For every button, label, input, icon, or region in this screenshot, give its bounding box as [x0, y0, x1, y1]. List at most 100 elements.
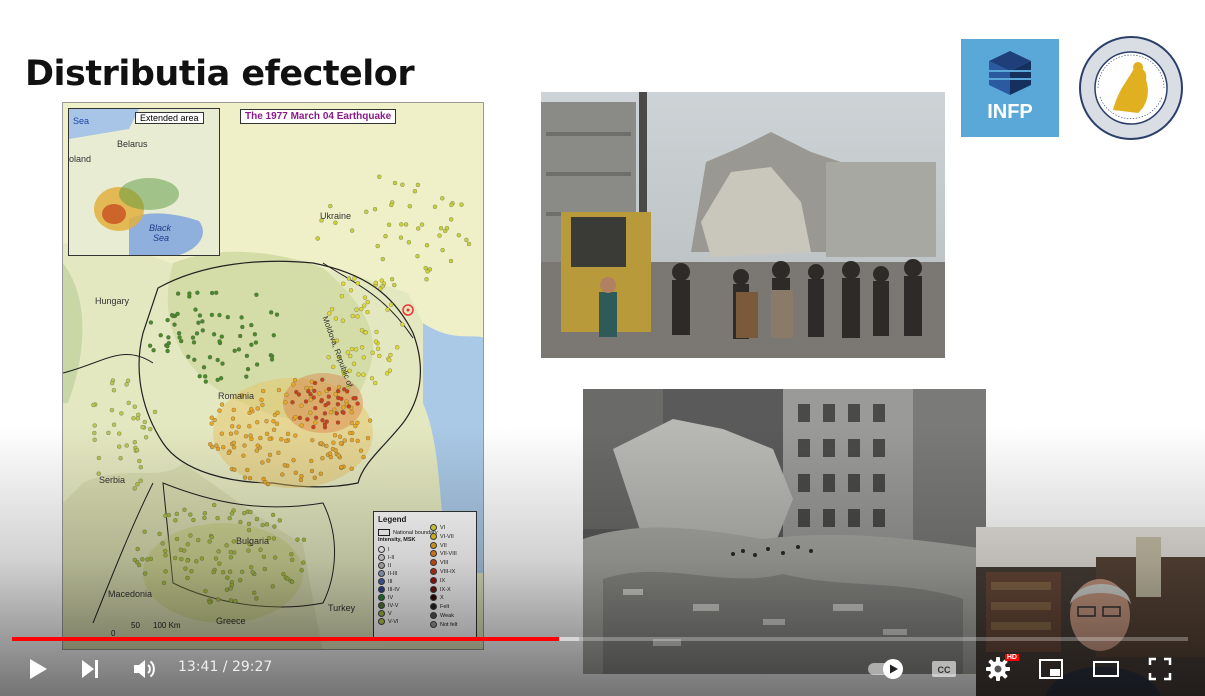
observation-point [387, 357, 392, 363]
time-separator: / [218, 659, 232, 675]
legend-label: X [440, 595, 444, 602]
observation-point [271, 419, 276, 424]
observation-point [299, 403, 304, 408]
observation-point [361, 355, 366, 360]
observation-point [444, 226, 450, 231]
observation-point [449, 217, 454, 222]
observation-point [134, 448, 140, 453]
observation-point [176, 331, 182, 336]
observation-point [185, 542, 190, 547]
legend-item: V-VI [378, 618, 398, 625]
observation-point [137, 458, 142, 464]
observation-point [219, 402, 225, 407]
settings-button[interactable]: HD [982, 652, 1019, 686]
observation-point [138, 478, 143, 483]
observation-point [309, 468, 315, 474]
observation-point [375, 346, 381, 351]
map-legend: Legend National boundary Intensity, MSK … [373, 511, 477, 639]
legend-label: VI [440, 524, 446, 531]
legend-swatch [378, 562, 385, 569]
observation-point [109, 407, 115, 413]
autoplay-toggle-icon [868, 659, 903, 679]
observation-point [309, 458, 314, 464]
observation-point [163, 569, 168, 574]
autoplay-toggle[interactable] [866, 652, 906, 686]
observation-point [249, 565, 254, 570]
observation-point [425, 269, 430, 274]
observation-point [249, 406, 254, 412]
legend-item: VII [430, 541, 447, 549]
play-icon [30, 659, 47, 679]
observation-point [367, 418, 373, 423]
observation-point [266, 458, 271, 463]
miniplayer-button[interactable] [1035, 652, 1067, 686]
observation-point [337, 434, 343, 439]
time-total: 29:27 [231, 659, 273, 675]
legend-label: I-II [388, 554, 395, 561]
observation-point [236, 347, 242, 352]
observation-point [254, 516, 260, 522]
observation-point [188, 533, 193, 538]
observation-point [132, 557, 137, 563]
observation-point [306, 389, 311, 394]
observation-point [244, 353, 250, 359]
observation-point [202, 515, 207, 521]
observation-point [179, 556, 184, 562]
observation-point [388, 352, 393, 358]
observation-point [365, 309, 370, 315]
progress-bar[interactable] [12, 637, 1188, 641]
observation-point [200, 328, 205, 333]
observation-point [260, 402, 265, 408]
observation-point [332, 433, 338, 438]
observation-point [335, 402, 341, 407]
observation-point [142, 529, 147, 534]
observation-point [132, 486, 137, 491]
observation-point [350, 313, 355, 319]
theater-mode-button[interactable] [1089, 652, 1123, 686]
observation-point [355, 281, 360, 286]
observation-point [190, 335, 196, 340]
observation-point [213, 556, 219, 561]
observation-point [197, 313, 203, 318]
observation-point [377, 353, 382, 359]
observation-point [135, 482, 140, 487]
observation-point [384, 371, 390, 376]
infp-logo-text: INFP [987, 101, 1033, 123]
observation-point [271, 333, 276, 338]
captions-button[interactable]: CC [928, 652, 960, 686]
observation-point [313, 415, 319, 420]
next-button[interactable] [74, 652, 106, 686]
observation-point [359, 328, 365, 333]
observation-point [333, 316, 339, 321]
observation-point [125, 378, 131, 383]
legend-swatch [378, 578, 385, 585]
observation-point [415, 254, 420, 259]
inset-label-sea: Sea [73, 116, 90, 126]
observation-point [308, 410, 313, 415]
observation-point [331, 440, 336, 445]
fullscreen-button[interactable] [1144, 652, 1176, 686]
observation-point [336, 384, 342, 390]
volume-button[interactable] [128, 652, 162, 686]
observation-point [352, 276, 357, 281]
video-player[interactable]: Distributia efectelor Extended area Sea … [0, 0, 1205, 696]
observation-point [163, 548, 168, 554]
observation-point [359, 345, 365, 350]
observation-point [364, 209, 369, 214]
observation-point [147, 343, 153, 348]
observation-point [349, 437, 355, 443]
observation-point [233, 598, 238, 604]
observation-point [217, 408, 222, 413]
observation-point [355, 314, 360, 319]
observation-point [464, 237, 469, 243]
observation-point [242, 510, 247, 516]
legend-label: VI-VII [440, 533, 454, 540]
legend-label: III-IV [388, 586, 400, 593]
observation-point [284, 438, 289, 444]
observation-point [143, 435, 149, 440]
play-button[interactable] [22, 652, 54, 686]
observation-point [365, 435, 371, 441]
observation-point [270, 512, 276, 518]
observation-point [117, 431, 122, 436]
observation-point [303, 399, 309, 404]
